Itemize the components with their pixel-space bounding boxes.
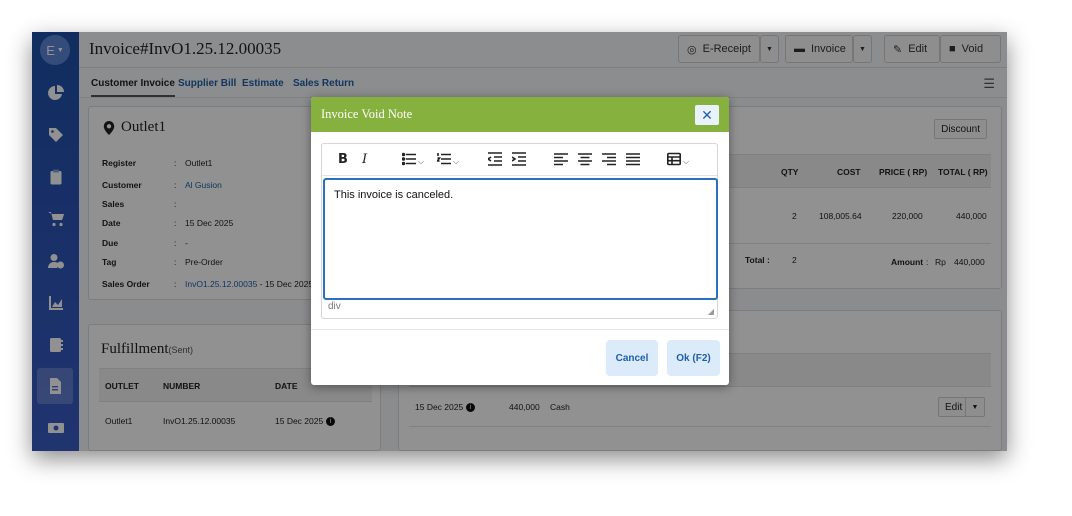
numbered-list-icon[interactable]: ⌵ bbox=[436, 152, 460, 169]
app-window: E ▼ Invoice#InvO1.25.12.00035 ◎ E-Receip… bbox=[32, 32, 1007, 451]
modal-header: Invoice Void Note ✕ bbox=[311, 97, 729, 132]
indent-icon[interactable] bbox=[511, 152, 526, 169]
void-note-modal: Invoice Void Note ✕ B I ⌵ ⌵ ⌵ This invoi… bbox=[311, 97, 729, 385]
void-note-textarea[interactable]: This invoice is canceled. bbox=[323, 178, 718, 300]
chevron-down-icon: ⌵ bbox=[453, 157, 460, 166]
align-center-icon[interactable] bbox=[578, 152, 592, 169]
bold-icon[interactable]: B bbox=[338, 152, 348, 167]
close-icon: ✕ bbox=[701, 106, 713, 123]
resize-handle-icon[interactable]: ◢ bbox=[708, 307, 714, 316]
bullet-list-icon[interactable]: ⌵ bbox=[401, 152, 425, 169]
chevron-down-icon: ⌵ bbox=[683, 157, 690, 166]
rich-text-editor: B I ⌵ ⌵ ⌵ This invoice is canceled. div … bbox=[321, 143, 718, 319]
chevron-down-icon: ⌵ bbox=[418, 157, 425, 166]
cancel-button[interactable]: Cancel bbox=[606, 340, 658, 376]
void-note-text: This invoice is canceled. bbox=[334, 189, 454, 201]
table-icon[interactable]: ⌵ bbox=[667, 152, 689, 169]
editor-toolbar: B I ⌵ ⌵ ⌵ bbox=[322, 144, 717, 176]
modal-footer: Cancel Ok (F2) bbox=[311, 329, 729, 385]
editor-status-path: div bbox=[328, 301, 341, 312]
close-button[interactable]: ✕ bbox=[695, 105, 719, 125]
align-left-icon[interactable] bbox=[554, 152, 568, 169]
outdent-icon[interactable] bbox=[486, 152, 502, 169]
modal-title: Invoice Void Note bbox=[321, 107, 413, 121]
align-right-icon[interactable] bbox=[602, 152, 616, 169]
align-justify-icon[interactable] bbox=[626, 152, 640, 169]
italic-icon[interactable]: I bbox=[362, 152, 367, 167]
ok-button[interactable]: Ok (F2) bbox=[667, 340, 720, 376]
